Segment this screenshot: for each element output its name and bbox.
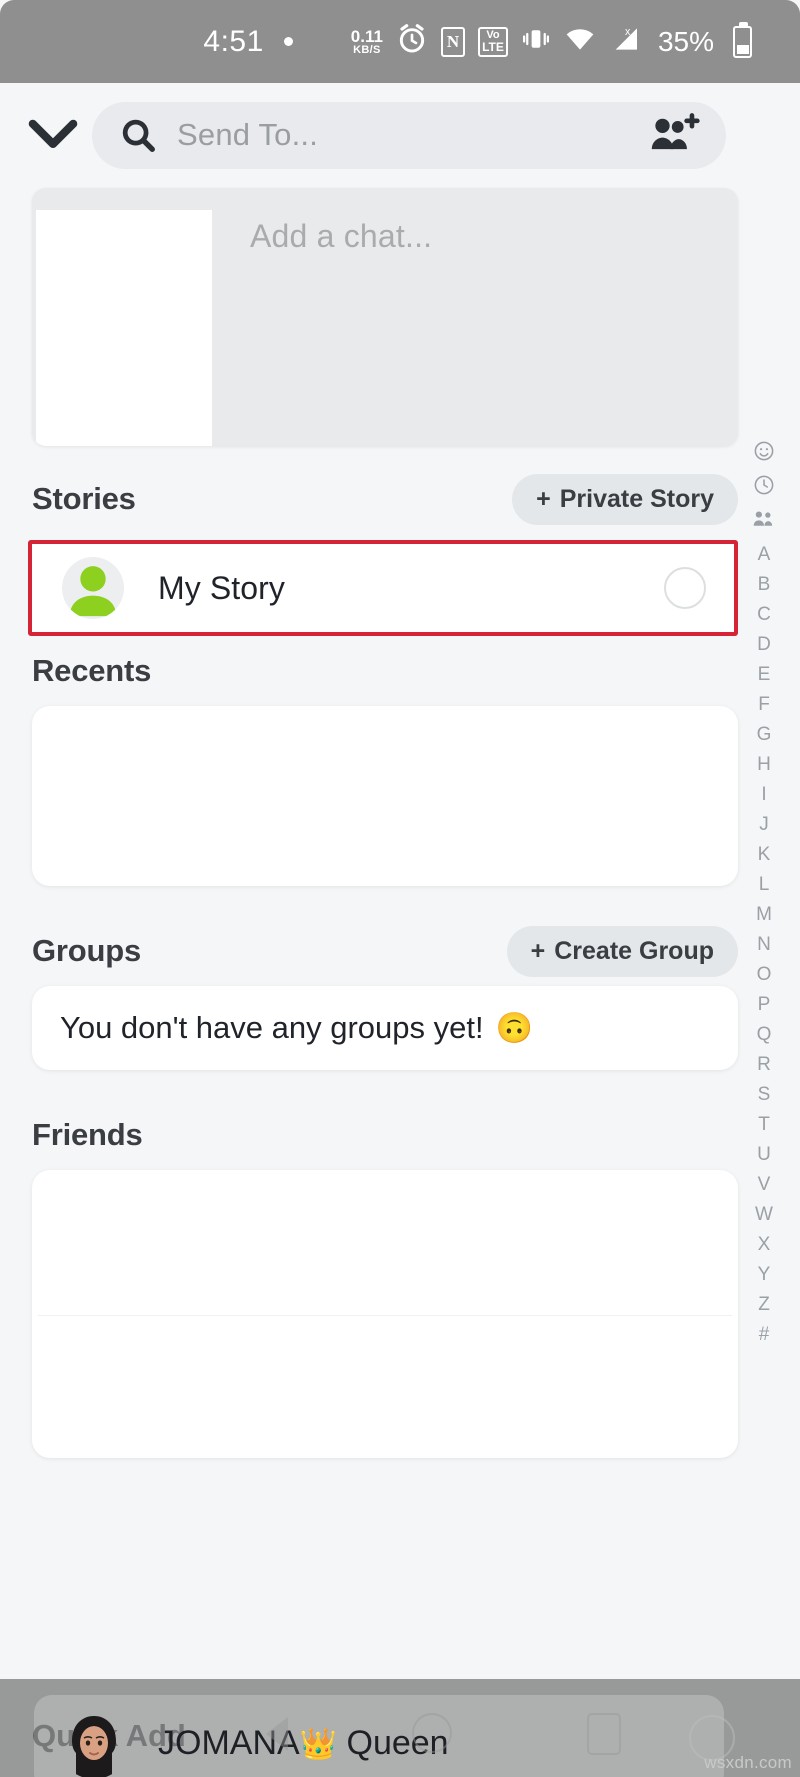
alpha-index-letter[interactable]: Q [757, 1020, 772, 1049]
alpha-index-letter[interactable]: D [757, 630, 771, 659]
bottom-overlay: JOMANA👑 Queen [0, 1679, 800, 1777]
network-speed-unit: KB/S [353, 43, 381, 56]
alpha-index-letter[interactable]: O [757, 960, 772, 989]
add-group-icon[interactable] [650, 112, 700, 158]
alpha-index-letter[interactable]: # [759, 1320, 770, 1349]
list-divider [38, 1315, 732, 1316]
story-name-label: My Story [158, 569, 286, 606]
bitmoji-avatar [58, 1707, 130, 1777]
battery-icon [733, 21, 752, 58]
svg-text:x: x [625, 26, 631, 38]
quick-add-row-jomana[interactable]: JOMANA👑 Queen [34, 1695, 735, 1777]
add-chat-card[interactable]: Add a chat... [32, 188, 738, 446]
status-time: 4:51 [203, 24, 264, 58]
alpha-index-letter[interactable]: L [759, 870, 770, 899]
create-group-label: Create Group [554, 936, 714, 965]
search-input[interactable]: Send To... [92, 101, 726, 169]
main-content: Add a chat... Stories + Private Story My … [0, 180, 800, 1458]
add-chat-placeholder: Add a chat... [250, 218, 433, 254]
status-bar: 4:51 0.11 KB/S N Vo LTE x 35% [0, 0, 800, 83]
crown-emoji: 👑 [299, 1727, 338, 1761]
search-icon [119, 116, 157, 154]
alpha-index-letter[interactable]: F [758, 690, 770, 719]
alpha-index-letter[interactable]: C [757, 600, 771, 629]
person-silhouette-icon [62, 557, 124, 619]
nav-back-icon[interactable] [266, 1717, 288, 1751]
phone-screen: 4:51 0.11 KB/S N Vo LTE x 35% Send To...… [0, 0, 800, 1777]
alpha-index-letter[interactable]: N [757, 930, 771, 959]
plus-icon: + [536, 484, 551, 513]
alpha-index-letter[interactable]: J [759, 810, 769, 839]
recents-title: Recents [32, 653, 152, 688]
create-group-button[interactable]: + Create Group [506, 925, 738, 977]
nfc-icon: N [440, 26, 465, 57]
alpha-index-letter[interactable]: E [758, 660, 771, 689]
group-icon[interactable] [752, 508, 776, 533]
emoji-icon[interactable] [753, 440, 775, 467]
friends-section-header: Friends [32, 1100, 738, 1170]
alarm-icon [396, 23, 428, 60]
story-row-my-story[interactable]: My Story [34, 546, 732, 630]
alpha-index-letter[interactable]: T [758, 1110, 770, 1139]
quick-add-name-label: JOMANA👑 Queen [158, 1724, 449, 1763]
groups-empty-message: You don't have any groups yet! [60, 1010, 484, 1045]
header-bar: Send To... [0, 95, 800, 175]
recents-list-card [32, 706, 738, 886]
groups-title: Groups [32, 933, 142, 968]
recents-section-header: Recents [32, 636, 738, 706]
alphabet-index-scrubber[interactable]: A B C D E F G H I J K L M N O P Q R S T … [742, 440, 786, 1349]
private-story-button[interactable]: + Private Story [512, 473, 738, 525]
alpha-index-letter[interactable]: X [758, 1230, 771, 1259]
friends-title: Friends [32, 1117, 143, 1152]
story-select-circle[interactable] [664, 567, 706, 609]
add-chat-thumbnail [36, 210, 212, 446]
nav-home-icon[interactable] [412, 1713, 452, 1753]
battery-percent: 35% [657, 25, 714, 57]
alpha-index-letter[interactable]: U [757, 1140, 771, 1169]
alpha-index-letter[interactable]: Y [758, 1260, 771, 1289]
alpha-index-letter[interactable]: Z [758, 1290, 770, 1319]
my-story-highlight-box: My Story [28, 540, 738, 636]
upside-down-face-emoji: 🙃 [495, 1011, 533, 1045]
groups-empty-card: You don't have any groups yet! 🙃 [32, 986, 738, 1070]
vibrate-icon [521, 24, 551, 59]
network-speed-value: 0.11 [350, 26, 383, 46]
alpha-index-letter[interactable]: V [758, 1170, 771, 1199]
volte-bottom-label: LTE [482, 40, 504, 54]
watermark: wsxdn.com [704, 1753, 792, 1772]
stories-title: Stories [32, 481, 136, 516]
chevron-down-icon[interactable] [0, 117, 92, 153]
alpha-index-letter[interactable]: K [758, 840, 771, 869]
alpha-index-letter[interactable]: A [758, 540, 771, 569]
network-speed-indicator: 0.11 KB/S [351, 28, 383, 56]
alpha-index-letter[interactable]: B [758, 570, 771, 599]
search-placeholder-text: Send To... [177, 117, 319, 152]
plus-icon: + [530, 936, 546, 965]
private-story-label: Private Story [559, 484, 714, 513]
groups-section-header: Groups + Create Group [32, 916, 738, 986]
nav-recents-icon[interactable] [587, 1713, 621, 1755]
signal-icon: x [609, 23, 641, 60]
alpha-index-letter[interactable]: P [758, 990, 771, 1019]
stories-section-header: Stories + Private Story [32, 464, 738, 534]
alpha-index-letter[interactable]: M [756, 900, 772, 929]
alpha-index-letter[interactable]: G [757, 720, 772, 749]
clock-icon[interactable] [753, 474, 775, 501]
friends-list-card [32, 1170, 738, 1458]
alpha-index-letter[interactable]: I [761, 780, 766, 809]
volte-icon: Vo LTE [477, 26, 508, 57]
wifi-icon [564, 23, 596, 60]
alpha-index-letter[interactable]: W [755, 1200, 773, 1229]
alpha-index-letter[interactable]: H [757, 750, 771, 779]
alpha-index-letter[interactable]: R [757, 1050, 771, 1079]
alpha-index-letter[interactable]: S [758, 1080, 771, 1109]
status-dot-indicator [283, 37, 293, 46]
